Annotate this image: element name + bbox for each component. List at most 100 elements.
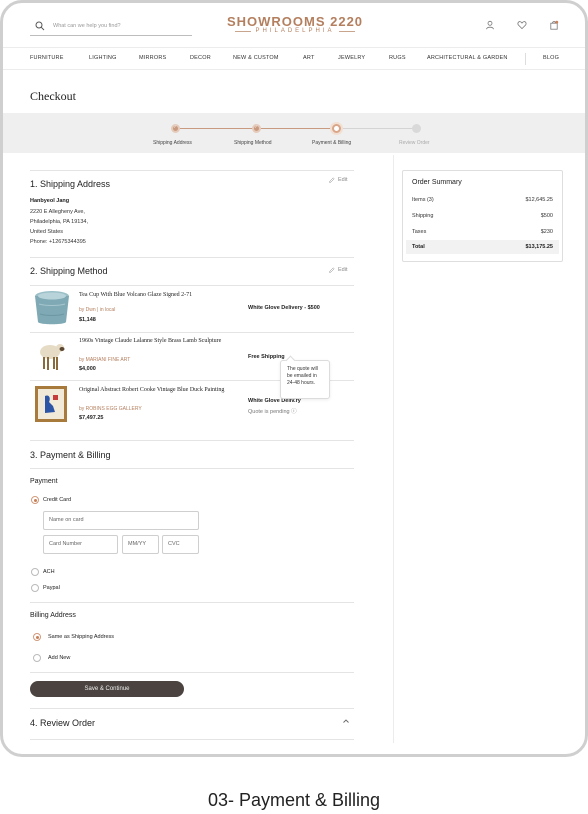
section-title-payment-billing: 3. Payment & Billing xyxy=(30,450,111,460)
brand-name: SHOWROOMS 2220 xyxy=(226,14,364,29)
step-4-indicator xyxy=(412,124,421,133)
paypal-radio[interactable] xyxy=(31,584,39,592)
address-phone: Phone: +12675344395 xyxy=(30,239,86,245)
page-title: Checkout xyxy=(30,89,76,103)
divider xyxy=(30,708,354,709)
card-number-input[interactable]: Card Number xyxy=(43,535,118,554)
product-image-duck-painting[interactable] xyxy=(35,386,67,422)
nav-item-jewelry[interactable]: JEWELRY xyxy=(338,55,365,61)
product-price: $7,497.25 xyxy=(79,415,104,421)
step-label-payment-billing: Payment & Billing xyxy=(312,140,352,146)
paypal-label[interactable]: Paypal xyxy=(43,585,60,591)
cart-icon[interactable] xyxy=(549,20,559,30)
divider xyxy=(30,739,354,740)
pencil-icon xyxy=(329,267,335,273)
nav-item-furniture[interactable]: FURNITURE xyxy=(30,55,64,61)
nav-item-new-custom[interactable]: NEW & CUSTOM xyxy=(233,55,279,61)
step-label-shipping-address[interactable]: Shipping Address xyxy=(153,140,192,146)
summary-row-shipping: Shipping $500 xyxy=(412,213,553,219)
shipping-option[interactable]: White Glove Delivery - $500 xyxy=(248,305,320,311)
step-connector xyxy=(259,128,336,129)
search-input[interactable]: What can we help you find? xyxy=(53,23,121,29)
credit-card-label[interactable]: Credit Card xyxy=(43,497,71,503)
divider xyxy=(30,332,354,333)
nav-item-architectural-garden[interactable]: ARCHITECTURAL & GARDEN xyxy=(427,55,508,61)
section-title-review-order[interactable]: 4. Review Order xyxy=(30,718,95,728)
chevron-up-icon[interactable] xyxy=(342,717,350,725)
nav-item-blog[interactable]: BLOG xyxy=(543,55,559,61)
billing-address-label: Billing Address xyxy=(30,612,76,619)
device-frame: What can we help you find? SHOWROOMS 222… xyxy=(0,0,588,757)
summary-label: Items (3) xyxy=(412,197,434,203)
wishlist-icon[interactable] xyxy=(517,20,527,30)
product-image-tea-cup[interactable] xyxy=(33,290,71,327)
summary-value: $500 xyxy=(540,213,553,219)
search-bar[interactable]: What can we help you find? xyxy=(30,16,192,36)
divider xyxy=(30,672,354,673)
cvc-input[interactable]: CVC xyxy=(162,535,199,554)
nav-item-lighting[interactable]: LIGHTING xyxy=(89,55,117,61)
edit-shipping-method-button[interactable]: Edit xyxy=(329,267,347,273)
summary-label: Shipping xyxy=(412,213,434,219)
site-header: What can we help you find? SHOWROOMS 222… xyxy=(3,3,585,47)
order-summary: Order Summary Items (3) $12,645.25 Shipp… xyxy=(402,170,563,262)
divider xyxy=(30,170,354,171)
step-label-review-order: Review Order xyxy=(399,140,430,146)
quote-tooltip: The quote will be emailed in 24-48 hours… xyxy=(280,360,330,399)
address-name: Hanbyeol Jang xyxy=(30,198,70,204)
total-label: Total xyxy=(412,244,425,250)
product-image-lamb-sculpture[interactable] xyxy=(35,339,67,373)
save-continue-button[interactable]: Save & Continue xyxy=(30,681,184,697)
add-new-label[interactable]: Add New xyxy=(48,655,70,661)
edit-label: Edit xyxy=(338,267,348,273)
account-icon[interactable] xyxy=(485,20,495,30)
product-title[interactable]: Tea Cup With Blue Volcano Glaze Signed 2… xyxy=(79,292,229,300)
summary-value: $230 xyxy=(540,229,553,235)
nav-item-decor[interactable]: DECOR xyxy=(190,55,211,61)
expiry-input[interactable]: MM/YY xyxy=(122,535,159,554)
divider xyxy=(30,285,354,286)
product-seller[interactable]: by MARIANI FINE ART xyxy=(79,357,130,363)
divider xyxy=(30,602,354,603)
same-as-shipping-radio[interactable] xyxy=(33,633,41,641)
column-divider xyxy=(393,155,394,743)
section-title-shipping-method: 2. Shipping Method xyxy=(30,266,108,276)
edit-shipping-address-button[interactable]: Edit xyxy=(329,177,347,183)
product-title[interactable]: Original Abstract Robert Cooke Vintage B… xyxy=(79,387,229,395)
step-connector xyxy=(179,128,256,129)
summary-row-total: Total $13,175.25 xyxy=(406,240,559,254)
add-new-radio[interactable] xyxy=(33,654,41,662)
product-price: $4,000 xyxy=(79,366,96,372)
product-price: $1,148 xyxy=(79,317,96,323)
divider xyxy=(30,440,354,441)
ach-radio[interactable] xyxy=(31,568,39,576)
nav-item-art[interactable]: ART xyxy=(303,55,315,61)
summary-value: $12,645.25 xyxy=(525,197,553,203)
nav-divider xyxy=(525,53,526,65)
ach-label[interactable]: ACH xyxy=(43,569,55,575)
brand-logo[interactable]: SHOWROOMS 2220 PHILADELPHIA xyxy=(215,14,375,34)
step-label-shipping-method[interactable]: Shipping Method xyxy=(234,140,272,146)
product-seller[interactable]: by ROBINS EGG GALLERY xyxy=(79,406,142,412)
order-summary-title: Order Summary xyxy=(412,179,462,186)
product-seller[interactable]: by Dwn | in local xyxy=(79,307,115,313)
step-3-current-indicator xyxy=(332,124,341,133)
pencil-icon xyxy=(329,177,335,183)
section-title-shipping-address: 1. Shipping Address xyxy=(30,179,111,189)
product-title[interactable]: 1960s Vintage Claude Lalanne Style Brass… xyxy=(79,338,229,346)
credit-card-radio[interactable] xyxy=(31,496,39,504)
nav-item-mirrors[interactable]: MIRRORS xyxy=(139,55,166,61)
payment-label: Payment xyxy=(30,478,58,485)
step-2-check-icon[interactable] xyxy=(252,124,261,133)
name-on-card-input[interactable]: Name on card xyxy=(43,511,199,530)
edit-label: Edit xyxy=(338,177,348,183)
shipping-option[interactable]: Free Shipping xyxy=(248,354,285,360)
nav-item-rugs[interactable]: RUGS xyxy=(389,55,406,61)
step-connector xyxy=(340,128,416,129)
divider xyxy=(30,468,354,469)
address-line: United States xyxy=(30,229,64,235)
quote-pending-info[interactable]: Quote is pending ⓘ xyxy=(248,407,297,415)
step-1-check-icon[interactable] xyxy=(171,124,180,133)
same-as-shipping-label[interactable]: Same as Shipping Address xyxy=(48,634,114,640)
summary-label: Taxes xyxy=(412,229,427,235)
